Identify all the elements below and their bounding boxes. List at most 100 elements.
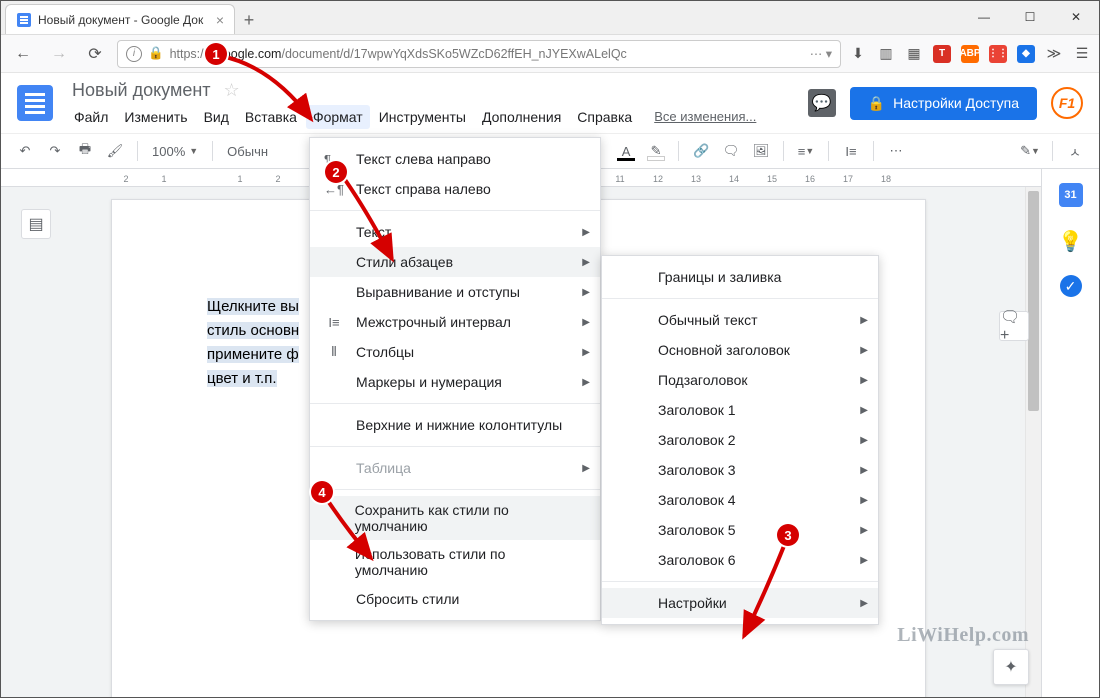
menu-item[interactable]: Текст▶ — [310, 217, 600, 247]
reload-button[interactable]: ⟳ — [81, 40, 109, 68]
menu-item[interactable]: Выравнивание и отступы▶ — [310, 277, 600, 307]
menu-item[interactable]: Стили абзацев▶ — [310, 247, 600, 277]
insert-link-button[interactable]: 🔗 — [689, 139, 713, 163]
submenu-arrow-icon: ▶ — [860, 525, 868, 536]
menu-item[interactable]: Настройки▶ — [602, 588, 878, 618]
annotation-badge-4: 4 — [311, 481, 333, 503]
overflow-icon[interactable]: ≫ — [1045, 45, 1063, 63]
hide-menus-button[interactable]: ㅅ — [1063, 139, 1087, 163]
more-button[interactable]: ⋯ — [884, 139, 908, 163]
back-button[interactable]: ← — [9, 40, 37, 68]
forward-button[interactable]: → — [45, 40, 73, 68]
site-info-icon[interactable]: i — [126, 46, 142, 62]
menu-item-label: Использовать стили по умолчанию — [355, 546, 570, 578]
zoom-select[interactable]: 100%▼ — [148, 142, 202, 161]
menu-file[interactable]: Файл — [67, 105, 115, 129]
print-button[interactable]: 🖶 — [73, 139, 97, 163]
menu-addons[interactable]: Дополнения — [475, 105, 568, 129]
menu-item[interactable]: ¶→Текст слева направо — [310, 144, 600, 174]
menu-item[interactable]: Использовать стили по умолчанию — [310, 540, 600, 584]
menu-item[interactable]: ←¶Текст справа налево — [310, 174, 600, 204]
ruler-mark: 1 — [161, 174, 166, 184]
submenu-arrow-icon: ▶ — [582, 257, 590, 268]
ruler-mark: 18 — [881, 174, 891, 184]
menu-item[interactable]: Обычный текст▶ — [602, 305, 878, 335]
sidebar-icon[interactable]: ▦ — [905, 45, 923, 63]
align-button[interactable]: ≡▼ — [794, 139, 818, 163]
library-icon[interactable]: ▥ — [877, 45, 895, 63]
ext-red-icon[interactable]: ⋮⋮ — [989, 45, 1007, 63]
download-icon[interactable]: ⬇ — [849, 45, 867, 63]
ruler-mark: 2 — [275, 174, 280, 184]
menu-item[interactable]: Заголовок 1▶ — [602, 395, 878, 425]
ext-blue-icon[interactable]: ◆ — [1017, 45, 1035, 63]
calendar-icon[interactable]: 31 — [1059, 183, 1083, 207]
window-minimize-button[interactable]: — — [961, 0, 1007, 34]
ext-t-icon[interactable]: T — [933, 45, 951, 63]
redo-button[interactable]: ↷ — [43, 139, 67, 163]
menu-item[interactable]: Заголовок 4▶ — [602, 485, 878, 515]
menu-item[interactable]: Сохранить как стили по умолчанию — [310, 496, 600, 540]
paragraph-style-select[interactable]: Обычн — [223, 142, 272, 161]
window-close-button[interactable]: ✕ — [1053, 0, 1099, 34]
keep-icon[interactable]: 💡 — [1059, 229, 1083, 253]
undo-button[interactable]: ↶ — [13, 139, 37, 163]
ruler-mark: 2 — [123, 174, 128, 184]
avatar[interactable]: F1 — [1051, 87, 1083, 119]
star-icon[interactable]: ☆ — [224, 80, 240, 101]
document-title[interactable]: Новый документ — [67, 78, 216, 103]
menu-format[interactable]: Формат — [306, 105, 370, 129]
menu-item-label: Маркеры и нумерация — [356, 374, 502, 390]
menu-item[interactable]: Верхние и нижние колонтитулы — [310, 410, 600, 440]
submenu-arrow-icon: ▶ — [582, 287, 590, 298]
menu-item-label: Текст — [356, 224, 391, 240]
tab-close-icon[interactable]: × — [216, 12, 224, 28]
insert-image-button[interactable]: 🖼 — [749, 139, 773, 163]
format-menu: ¶→Текст слева направо←¶Текст справа нале… — [309, 137, 601, 621]
submenu-arrow-icon: ▶ — [860, 495, 868, 506]
menu-item[interactable]: Заголовок 3▶ — [602, 455, 878, 485]
menu-tools[interactable]: Инструменты — [372, 105, 473, 129]
menu-edit[interactable]: Изменить — [117, 105, 194, 129]
menu-help[interactable]: Справка — [570, 105, 639, 129]
submenu-arrow-icon: ▶ — [582, 317, 590, 328]
menu-icon[interactable]: ☰ — [1073, 45, 1091, 63]
window-maximize-button[interactable]: ☐ — [1007, 0, 1053, 34]
line-spacing-button[interactable]: I≡ — [839, 139, 863, 163]
menu-item[interactable]: Подзаголовок▶ — [602, 365, 878, 395]
insert-comment-button[interactable]: 🗨 — [719, 139, 743, 163]
paragraph-styles-submenu: Границы и заливка Обычный текст▶Основной … — [601, 255, 879, 625]
dropdown-icon[interactable]: ⋯ ▾ — [810, 46, 832, 61]
menu-item[interactable]: ⦀Столбцы▶ — [310, 337, 600, 367]
lock-icon: 🔒 — [148, 46, 164, 61]
menu-view[interactable]: Вид — [197, 105, 236, 129]
editing-mode-button[interactable]: ✎▼ — [1018, 139, 1042, 163]
menu-item[interactable]: Границы и заливка — [602, 262, 878, 292]
browser-tab[interactable]: Новый документ - Google Док × — [5, 4, 235, 34]
document-text[interactable]: Щелкните вы стиль основн примените ф цве… — [207, 295, 299, 391]
docs-logo-icon[interactable] — [17, 85, 53, 121]
menu-item[interactable]: Заголовок 6▶ — [602, 545, 878, 575]
text-color-button[interactable]: A — [614, 139, 638, 163]
outline-toggle-button[interactable]: ▤ — [21, 209, 51, 239]
new-tab-button[interactable]: + — [235, 6, 263, 34]
menu-item[interactable]: Сбросить стили — [310, 584, 600, 614]
ruler-mark: 1 — [237, 174, 242, 184]
ext-abp-icon[interactable]: ABP — [961, 45, 979, 63]
menu-item[interactable]: Маркеры и нумерация▶ — [310, 367, 600, 397]
menu-item[interactable]: Заголовок 2▶ — [602, 425, 878, 455]
changes-saved-link[interactable]: Все изменения... — [647, 105, 763, 129]
vertical-scrollbar[interactable] — [1025, 187, 1041, 697]
paint-format-button[interactable]: 🖌 — [103, 139, 127, 163]
menu-insert[interactable]: Вставка — [238, 105, 304, 129]
menu-item-label: Сбросить стили — [356, 591, 459, 607]
menu-item[interactable]: Заголовок 5▶ — [602, 515, 878, 545]
menu-item[interactable]: I≡Межстрочный интервал▶ — [310, 307, 600, 337]
tasks-icon[interactable]: ✓ — [1060, 275, 1082, 297]
add-comment-button[interactable]: 🗨+ — [999, 311, 1029, 341]
menu-item[interactable]: Основной заголовок▶ — [602, 335, 878, 365]
explore-button[interactable]: ✦ — [993, 649, 1029, 685]
highlight-button[interactable]: ✎ — [644, 139, 668, 163]
comments-button[interactable]: 💬 — [808, 89, 836, 117]
share-button[interactable]: 🔒 Настройки Доступа — [850, 87, 1037, 120]
